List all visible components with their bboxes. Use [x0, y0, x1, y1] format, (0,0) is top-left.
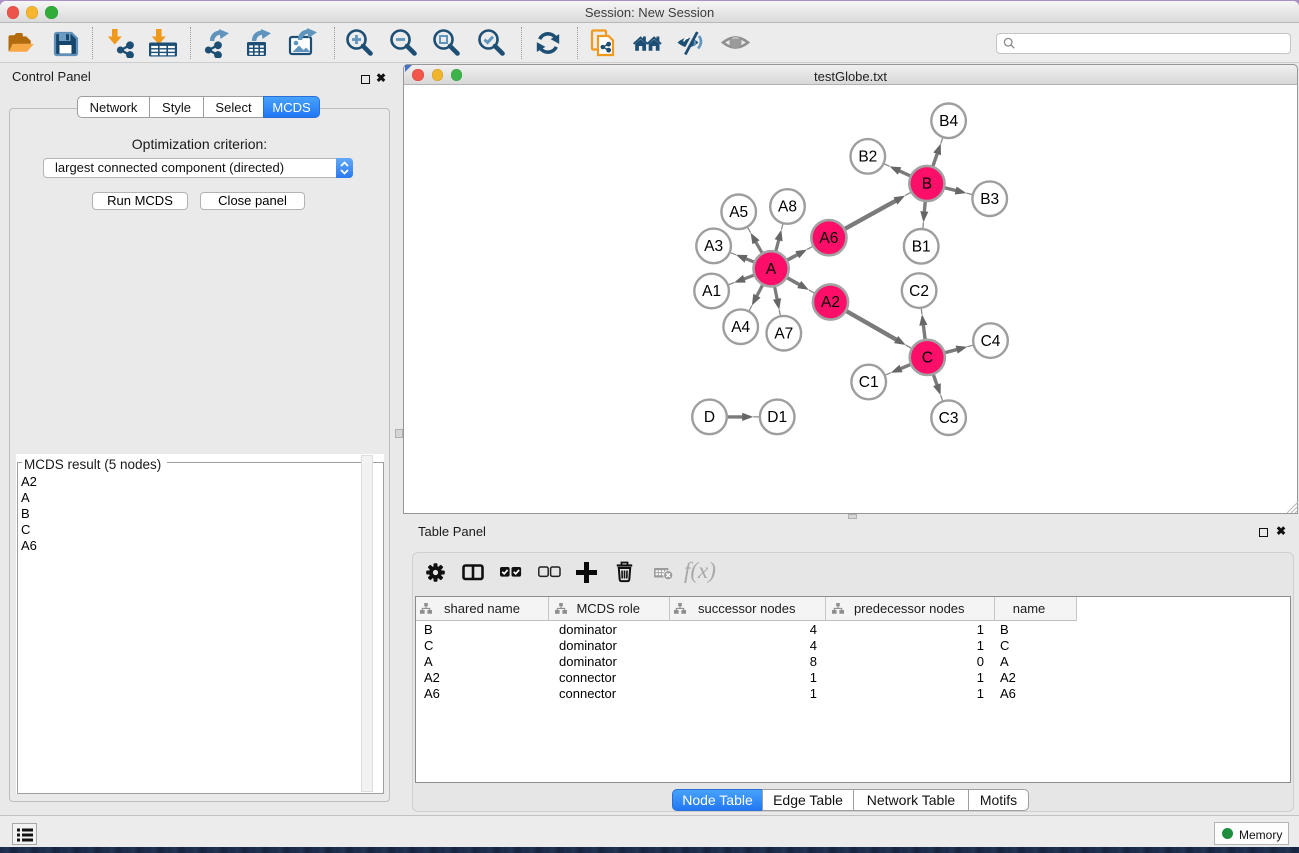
svg-text:A1: A1 — [702, 283, 721, 300]
svg-text:C: C — [922, 350, 933, 367]
svg-text:C2: C2 — [909, 283, 929, 300]
svg-text:A6: A6 — [819, 230, 838, 247]
svg-text:A: A — [766, 261, 777, 278]
svg-text:A8: A8 — [778, 199, 797, 216]
svg-text:B: B — [922, 176, 932, 193]
svg-text:A2: A2 — [821, 294, 840, 311]
svg-text:B4: B4 — [939, 113, 958, 130]
svg-text:A5: A5 — [729, 204, 748, 221]
svg-text:D1: D1 — [767, 409, 787, 426]
svg-text:A7: A7 — [774, 325, 793, 342]
svg-text:D: D — [704, 409, 715, 426]
svg-text:C1: C1 — [859, 374, 879, 391]
svg-text:A3: A3 — [704, 238, 723, 255]
svg-text:B2: B2 — [858, 149, 877, 166]
svg-text:B3: B3 — [980, 191, 999, 208]
svg-text:C4: C4 — [981, 333, 1001, 350]
svg-text:C3: C3 — [939, 410, 959, 427]
svg-text:A4: A4 — [731, 319, 750, 336]
svg-text:B1: B1 — [912, 239, 931, 256]
